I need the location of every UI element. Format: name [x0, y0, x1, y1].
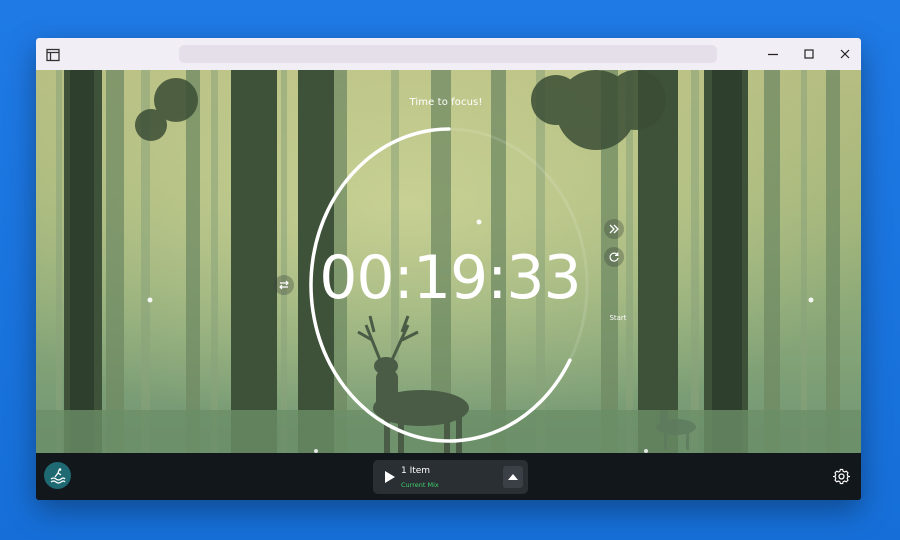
timer-display: 00:19:33: [319, 243, 581, 313]
chevron-up-icon: [508, 474, 518, 480]
focus-label: Time to focus!: [409, 97, 483, 108]
play-icon: [385, 471, 395, 483]
mix-title: 1 Item: [401, 466, 431, 476]
settings-button[interactable]: [832, 468, 851, 485]
refresh-icon: [609, 252, 619, 262]
double-chevron-right-icon: [609, 224, 619, 234]
title-bar: [36, 38, 861, 71]
mix-player: 1 Item Current Mix: [373, 460, 528, 494]
avatar-button[interactable]: [44, 462, 71, 489]
swap-mode-button[interactable]: [274, 275, 294, 295]
play-button[interactable]: [379, 467, 399, 487]
mix-subtitle: Current Mix: [401, 481, 439, 489]
wave-person-icon: [50, 468, 66, 484]
address-bar[interactable]: [179, 45, 717, 63]
skip-button[interactable]: [604, 219, 624, 239]
bottom-bar: 1 Item Current Mix: [36, 453, 861, 500]
close-icon[interactable]: [837, 46, 853, 62]
start-button[interactable]: Start: [603, 314, 633, 322]
app-window: Time to focus! 00:19:33 Start 1 Item Cur…: [36, 38, 861, 500]
window-layout-icon[interactable]: [46, 47, 60, 62]
gear-icon: [832, 468, 851, 485]
reset-button[interactable]: [604, 247, 624, 267]
forest-background: Time to focus! 00:19:33 Start: [36, 70, 861, 453]
swap-arrows-icon: [279, 280, 289, 290]
maximize-icon[interactable]: [801, 46, 817, 62]
expand-player-button[interactable]: [503, 466, 523, 488]
minimize-icon[interactable]: [765, 46, 781, 62]
